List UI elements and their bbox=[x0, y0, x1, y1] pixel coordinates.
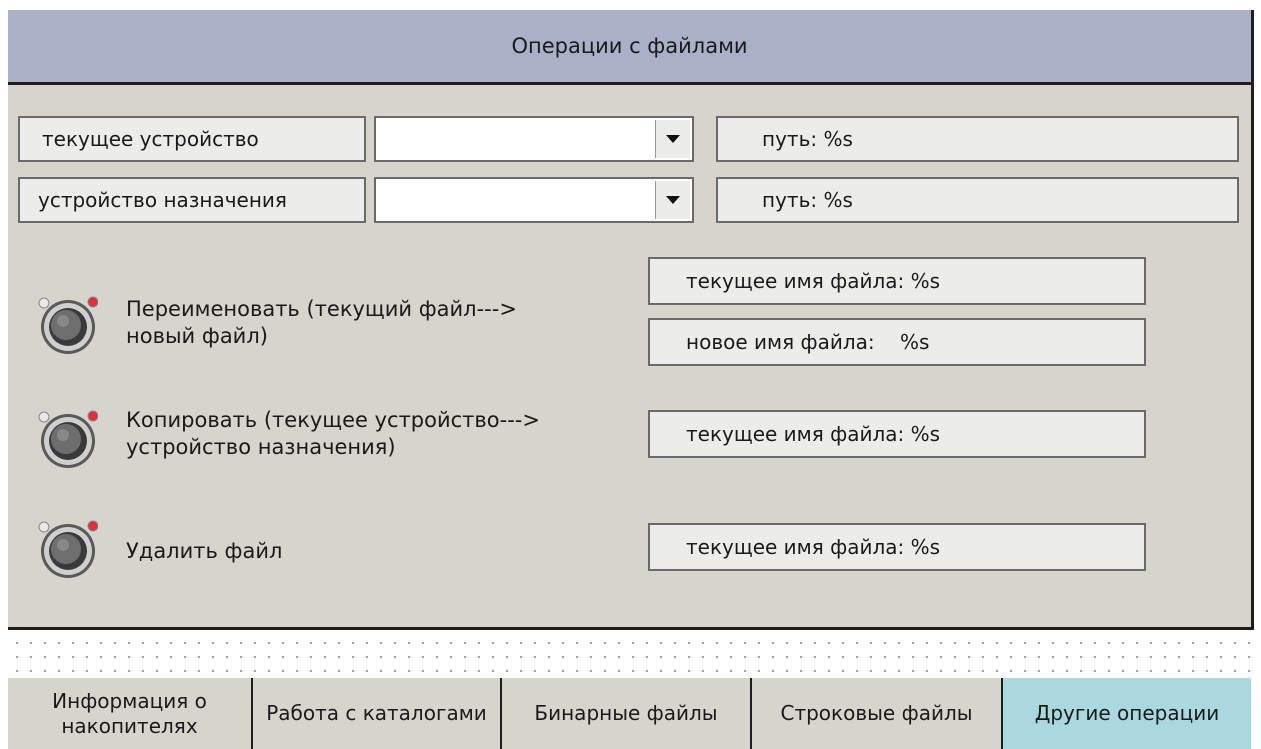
delete-label: Удалить файл bbox=[126, 539, 283, 563]
target-device-label: устройство назначения bbox=[18, 177, 366, 223]
bottom-tab-bar: Информация о накопителях Работа с катало… bbox=[8, 678, 1251, 749]
tab-string-files[interactable]: Строковые файлы bbox=[752, 678, 1003, 749]
tab-binary-files[interactable]: Бинарные файлы bbox=[502, 678, 752, 749]
rename-label: Переименовать (текущий файл---> новый фа… bbox=[126, 297, 517, 348]
target-path-display: путь: %s bbox=[716, 177, 1239, 223]
dotted-separator bbox=[8, 632, 1254, 678]
file-operations-panel: текущее устройство путь: %s устройство н… bbox=[8, 85, 1254, 630]
copy-button[interactable] bbox=[34, 405, 98, 469]
tab-drive-info[interactable]: Информация о накопителях bbox=[8, 678, 253, 749]
rename-button[interactable] bbox=[34, 291, 98, 355]
copy-label: Копировать (текущее устройство---> устро… bbox=[126, 408, 540, 459]
current-path-display: путь: %s bbox=[716, 116, 1239, 162]
chevron-down-icon[interactable] bbox=[655, 181, 690, 219]
tab-directories[interactable]: Работа с каталогами bbox=[253, 678, 502, 749]
current-device-select[interactable] bbox=[374, 116, 694, 162]
rename-current-filename: текущее имя файла: %s bbox=[648, 257, 1146, 305]
delete-current-filename: текущее имя файла: %s bbox=[648, 523, 1146, 571]
target-device-select[interactable] bbox=[374, 177, 694, 223]
current-device-label: текущее устройство bbox=[18, 116, 366, 162]
tab-other-operations[interactable]: Другие операции bbox=[1003, 678, 1251, 749]
copy-current-filename: текущее имя файла: %s bbox=[648, 410, 1146, 458]
delete-button[interactable] bbox=[34, 515, 98, 579]
rename-new-filename: новое имя файла: %s bbox=[648, 318, 1146, 366]
chevron-down-icon[interactable] bbox=[655, 120, 690, 158]
page-title: Операции с файлами bbox=[511, 34, 748, 58]
page-header: Операции с файлами bbox=[8, 10, 1254, 85]
